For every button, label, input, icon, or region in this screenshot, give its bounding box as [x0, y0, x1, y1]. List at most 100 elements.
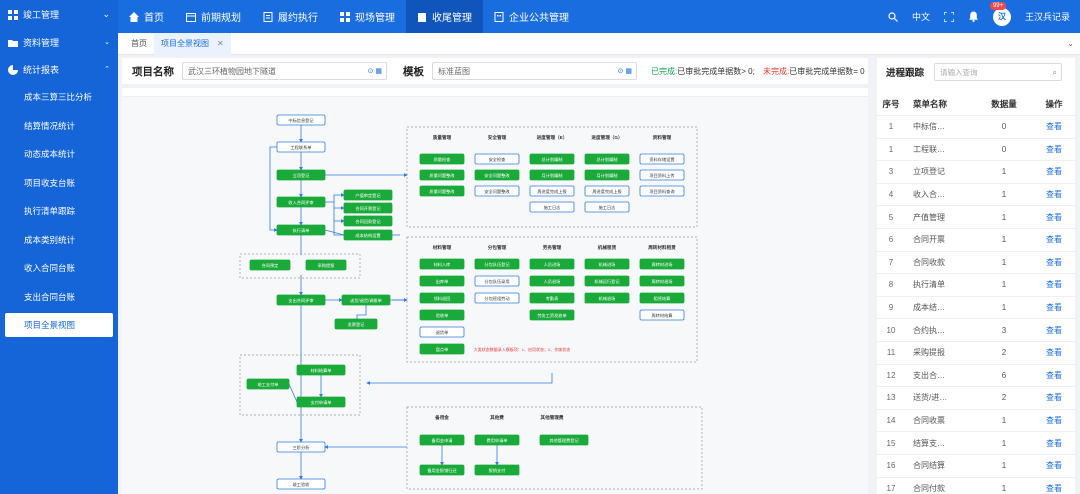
search-placeholder: 请输入查询 [940, 67, 978, 77]
language-selector[interactable]: 中文 [912, 10, 930, 23]
progress-table: 序号 菜单名称 数据量 操作 1 中标信… 0 查看 1 工程联… 0 查看 3 立项登记 1 查看 4… [877, 92, 1075, 494]
row-menu-name: 执行清单 [913, 280, 945, 290]
row-menu-name: 工程联… [913, 144, 945, 154]
row-count: 1 [1001, 235, 1007, 245]
avatar[interactable]: 汉 [992, 7, 1011, 26]
tab-home[interactable]: 首页 [124, 33, 154, 55]
row-menu-name: 合同收款 [913, 257, 945, 267]
project-name-input[interactable]: 武汉三环植物园地下隧道 ⊙ ▦ [182, 62, 387, 80]
flow-connector [325, 193, 345, 203]
other-mgmt-step-0-text: 其他管理费登记 [549, 437, 579, 444]
row-menu-name: 支出合… [913, 370, 945, 380]
view-link[interactable]: 查看 [1033, 392, 1075, 403]
nav-execution[interactable]: 履约执行 [252, 0, 329, 33]
view-link[interactable]: 查看 [1033, 483, 1075, 494]
main-step-6-text: 三阶分析 [293, 444, 310, 451]
nav-home[interactable]: 首页 [118, 0, 175, 33]
nav-planning[interactable]: 前期规划 [175, 0, 252, 33]
table-row: 13 送货/进… 2 查看 [877, 387, 1075, 410]
template-input[interactable]: 标准蓝图 ⊙ ▦ [432, 62, 637, 80]
view-link[interactable]: 查看 [1033, 189, 1075, 200]
view-link[interactable]: 查看 [1033, 234, 1075, 245]
bell-icon[interactable] [968, 11, 979, 22]
sidebar-item-settlement-stats[interactable]: 结算情况统计 [0, 112, 118, 141]
nav-label: 履约执行 [278, 13, 318, 24]
table-row: 6 合同开票 1 查看 [877, 229, 1075, 252]
sidebar-item-income-contract[interactable]: 收入合同台账 [0, 254, 118, 283]
nav-label: 企业公共管理 [509, 13, 569, 24]
process-flow-diagram: 中标信息登记工程联系单立项登记收入合同评审执行清单支出合同评审三阶分析竣工验收 产… [239, 114, 703, 490]
chevron-down-icon[interactable]: ⌄ [1067, 39, 1074, 48]
view-link[interactable]: 查看 [1033, 438, 1075, 449]
row-count: 2 [1001, 348, 1007, 358]
document-icon [263, 11, 273, 22]
select-grid-icon[interactable]: ⊙ ▦ [618, 67, 632, 75]
row-count: 1 [1001, 416, 1007, 426]
panel-search-input[interactable]: 请输入查询 ⌕ [934, 63, 1063, 81]
calendar-icon [186, 12, 196, 22]
pie-chart-icon [8, 64, 18, 75]
nav-closing[interactable]: 收尾管理 [406, 0, 483, 33]
table-row: 17 合同付款 1 查看 [877, 478, 1075, 494]
row-index: 3 [888, 167, 894, 177]
search-icon[interactable]: ⌕ [1053, 68, 1057, 78]
username[interactable]: 王汉兵记录 [1025, 10, 1070, 23]
turnover-step-0-text: 周转材进场 [652, 261, 673, 268]
view-link[interactable]: 查看 [1033, 166, 1075, 177]
row-menu-name: 合约执… [913, 325, 945, 335]
close-icon[interactable]: ✕ [217, 39, 224, 48]
sidebar-group-docs[interactable]: 资料管理 ⌄ [0, 29, 118, 56]
docs-step-1-text: 项目资料上传 [649, 172, 674, 179]
settle-step-1-text: 竣工支付单 [258, 381, 279, 388]
section-title: 分包管理 [488, 244, 507, 251]
sidebar-top-item[interactable]: 竣工管理 ⌄ [0, 0, 118, 29]
progressG-step-0-text: 总计划编制 [597, 156, 618, 163]
view-link[interactable]: 查看 [1033, 257, 1075, 268]
notification-badge: 99+ [989, 2, 1007, 10]
row-index: 14 [886, 416, 896, 426]
main-step-4-text: 执行清单 [293, 227, 310, 234]
progress-tracking-panel: 进程跟踪 请输入查询 ⌕ 序号 菜单名称 数据量 操作 1 中标信… 0 查看 1 工程联… [877, 58, 1075, 494]
view-link[interactable]: 查看 [1033, 370, 1075, 381]
sidebar-item-exec-tracking[interactable]: 执行清单跟踪 [0, 197, 118, 226]
flow-connector [324, 229, 345, 236]
cost-note: 大类状态数据录入模板项：1、启用状态；2、作废状态 [474, 346, 570, 352]
nav-enterprise[interactable]: 企业公共管理 [483, 0, 580, 33]
select-grid-icon[interactable]: ⊙ ▦ [368, 67, 382, 75]
sidebar-group-reports[interactable]: 统计报表 ⌃ [0, 56, 118, 83]
tab-project-overview[interactable]: 项目全景视图 ✕ [154, 32, 231, 55]
view-link[interactable]: 查看 [1033, 325, 1075, 336]
sidebar-item-cost-category[interactable]: 成本类别统计 [0, 226, 118, 255]
table-row: 10 合约执… 3 查看 [877, 319, 1075, 342]
row-count: 6 [1001, 370, 1007, 380]
row-index: 6 [888, 235, 894, 245]
section-title: 备用金 [434, 414, 449, 421]
section-title: 材料管理 [432, 244, 452, 251]
row-index: 11 [886, 348, 896, 358]
done-label: 已完成: [651, 66, 678, 76]
status-legend: 已完成:已审批完成单据数> 0; 未完成:已审批完成单据数= 0 [651, 66, 865, 77]
sidebar-item-income-expense[interactable]: 项目收支台账 [0, 169, 118, 198]
main-step-0-text: 中标信息登记 [288, 117, 314, 124]
undone-text: 已审批完成单据数= 0 [789, 66, 865, 76]
view-link[interactable]: 查看 [1033, 212, 1075, 223]
row-count: 1 [1001, 257, 1007, 267]
view-link[interactable]: 查看 [1033, 121, 1075, 132]
fullscreen-icon[interactable] [943, 11, 954, 22]
machine-step-1-text: 机械运行登记 [594, 278, 620, 285]
sidebar-item-dynamic-cost[interactable]: 动态成本统计 [0, 140, 118, 169]
table-row: 4 收入合… 1 查看 [877, 184, 1075, 207]
view-link[interactable]: 查看 [1033, 347, 1075, 358]
view-link[interactable]: 查看 [1033, 279, 1075, 290]
sidebar-item-cost-analysis[interactable]: 成本三算三比分析 [0, 83, 118, 112]
nav-site[interactable]: 现场管理 [329, 0, 406, 33]
view-link[interactable]: 查看 [1033, 460, 1075, 471]
sidebar-item-expense-contract[interactable]: 支出合同台账 [0, 283, 118, 312]
view-link[interactable]: 查看 [1033, 415, 1075, 426]
sidebar-item-project-overview[interactable]: 项目全景视图 [5, 313, 113, 337]
row-index: 1 [888, 122, 894, 132]
view-link[interactable]: 查看 [1033, 144, 1075, 155]
nav-label: 收尾管理 [432, 13, 472, 24]
search-icon[interactable] [888, 11, 898, 22]
view-link[interactable]: 查看 [1033, 302, 1075, 313]
